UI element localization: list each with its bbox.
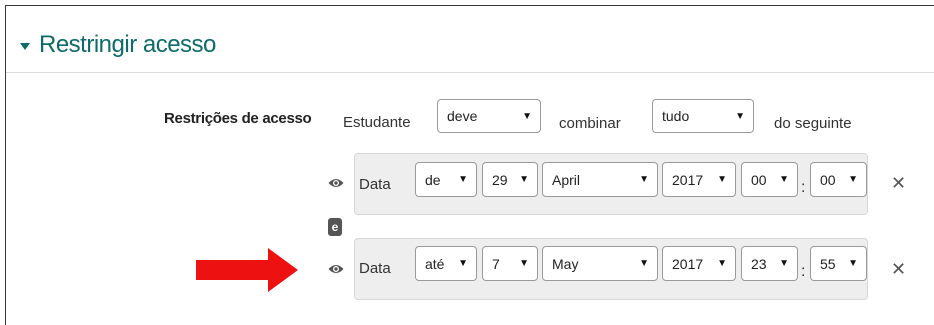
close-icon[interactable]: ✕ — [891, 259, 906, 280]
triangle-down-icon: ▼ — [639, 174, 649, 185]
direction-select[interactable]: de ▼ — [415, 162, 477, 197]
triangle-down-icon: ▼ — [519, 258, 529, 269]
direction-value: de — [425, 171, 441, 188]
condition-type-label: Data — [359, 176, 391, 193]
eye-icon[interactable] — [328, 264, 344, 274]
section-title[interactable]: Restringir acesso — [39, 31, 216, 59]
student-text: Estudante — [343, 114, 411, 131]
direction-select[interactable]: até ▼ — [415, 246, 477, 281]
minute-value: 55 — [820, 255, 836, 272]
hour-value: 23 — [751, 255, 767, 272]
section-header[interactable]: Restringir acesso — [20, 31, 216, 59]
year-value: 2017 — [672, 255, 704, 272]
section-divider — [6, 72, 934, 73]
condition-type-label: Data — [359, 260, 391, 277]
combine-select-value: tudo — [662, 108, 690, 124]
triangle-down-icon: ▼ — [639, 258, 649, 269]
following-text: do seguinte — [774, 115, 852, 132]
hour-select[interactable]: 23 ▼ — [741, 246, 798, 281]
triangle-down-icon: ▼ — [717, 258, 727, 269]
triangle-down-icon: ▼ — [458, 174, 468, 185]
must-select[interactable]: deve ▼ — [437, 99, 541, 133]
year-select[interactable]: 2017 ▼ — [662, 246, 736, 281]
day-value: 7 — [492, 255, 500, 272]
minute-select[interactable]: 00 ▼ — [810, 162, 867, 197]
year-select[interactable]: 2017 ▼ — [662, 162, 736, 197]
triangle-down-icon: ▼ — [522, 110, 532, 122]
time-separator: : — [801, 263, 806, 280]
month-select[interactable]: April ▼ — [542, 162, 658, 197]
month-select[interactable]: May ▼ — [542, 246, 658, 281]
caret-down-icon[interactable] — [20, 42, 30, 50]
combine-select[interactable]: tudo ▼ — [652, 99, 754, 133]
hour-select[interactable]: 00 ▼ — [741, 162, 798, 197]
minute-select[interactable]: 55 ▼ — [810, 246, 867, 281]
month-value: April — [552, 171, 581, 188]
year-value: 2017 — [672, 171, 704, 188]
triangle-down-icon: ▼ — [717, 174, 727, 185]
time-separator: : — [801, 179, 806, 196]
and-connector-badge: e — [328, 218, 342, 236]
eye-icon[interactable] — [328, 178, 344, 188]
close-icon[interactable]: ✕ — [891, 173, 906, 194]
combine-text: combinar — [559, 115, 621, 132]
minute-value: 00 — [820, 171, 836, 188]
triangle-down-icon: ▼ — [735, 110, 745, 122]
month-value: May — [552, 255, 579, 272]
triangle-down-icon: ▼ — [779, 258, 789, 269]
access-restrictions-label: Restrições de acesso — [164, 110, 312, 127]
day-select[interactable]: 7 ▼ — [482, 246, 538, 281]
direction-value: até — [425, 255, 445, 272]
hour-value: 00 — [751, 171, 767, 188]
triangle-down-icon: ▼ — [779, 174, 789, 185]
arrow-right-icon — [196, 248, 298, 292]
day-value: 29 — [492, 171, 508, 188]
day-select[interactable]: 29 ▼ — [482, 162, 538, 197]
triangle-down-icon: ▼ — [458, 258, 468, 269]
triangle-down-icon: ▼ — [519, 174, 529, 185]
triangle-down-icon: ▼ — [848, 174, 858, 185]
must-select-value: deve — [447, 108, 478, 124]
triangle-down-icon: ▼ — [848, 258, 858, 269]
